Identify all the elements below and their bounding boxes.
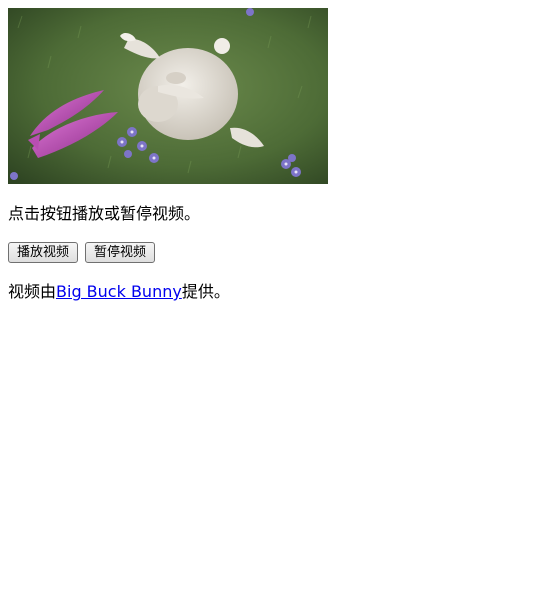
credit-suffix: 提供。 [181, 282, 230, 301]
controls-row: 播放视频 暂停视频 [8, 242, 156, 263]
pause-video-button[interactable]: 暂停视频 [85, 242, 156, 263]
credit-prefix: 视频由 [8, 282, 57, 301]
video-player[interactable] [8, 8, 328, 184]
instruction-text: 点击按钮播放或暂停视频。 [8, 204, 201, 223]
credit-text: 视频由Big Buck Bunny提供。 [8, 281, 230, 303]
big-buck-bunny-link[interactable]: Big Buck Bunny [56, 282, 182, 301]
play-video-button[interactable]: 播放视频 [8, 242, 79, 263]
video-frame [8, 8, 328, 184]
